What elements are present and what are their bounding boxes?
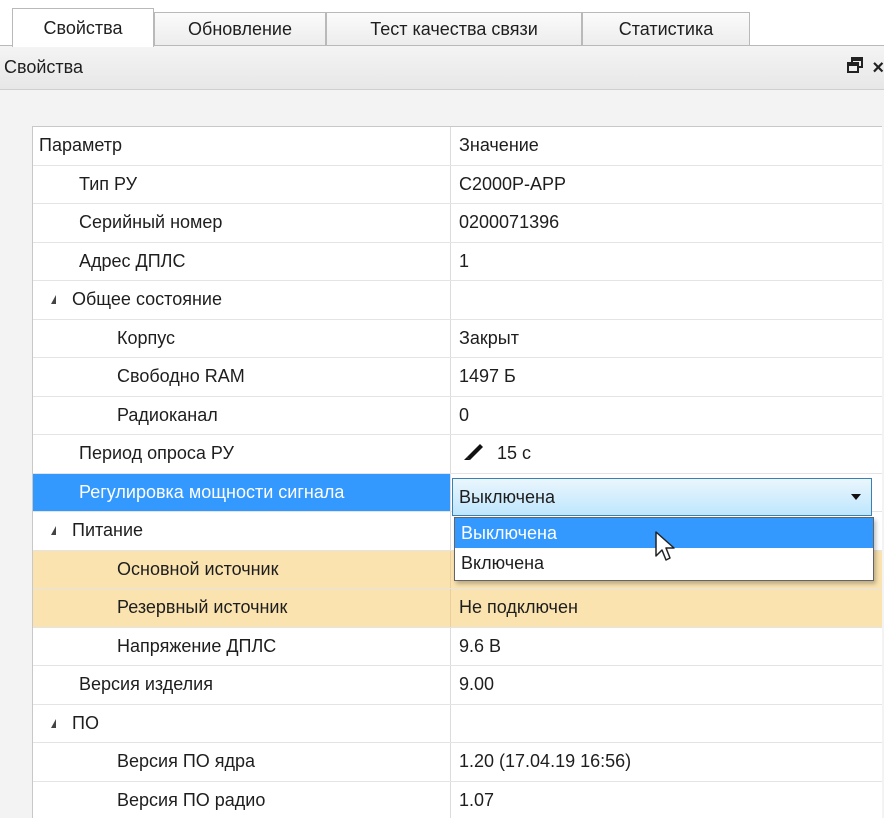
mouse-cursor-icon bbox=[654, 530, 678, 569]
row-value: 9.6 В bbox=[459, 635, 502, 656]
table-row[interactable]: Радиоканал 0 bbox=[33, 396, 882, 435]
row-label: Корпус bbox=[33, 319, 451, 357]
row-label: Резервный источник bbox=[33, 589, 451, 627]
row-label: Питание bbox=[72, 520, 144, 541]
row-value: С2000Р-АРР bbox=[459, 173, 567, 194]
table-row[interactable]: Резервный источник Не подключен bbox=[33, 589, 882, 628]
table-row[interactable]: Корпус Закрыт bbox=[33, 319, 882, 358]
row-value bbox=[451, 705, 883, 743]
row-label: Тип РУ bbox=[33, 165, 451, 203]
row-value: Не подключен bbox=[459, 597, 578, 618]
tab-statistics[interactable]: Статистика bbox=[582, 12, 750, 46]
close-icon[interactable]: × bbox=[872, 57, 884, 80]
table-row[interactable]: Версия ПО ядра 1.20 (17.04.19 16:56) bbox=[33, 743, 882, 782]
row-value: 1.20 (17.04.19 16:56) bbox=[459, 751, 632, 772]
panel-header-icons: × bbox=[846, 46, 884, 90]
collapse-triangle-icon[interactable] bbox=[51, 526, 56, 536]
tab-properties[interactable]: Свойства bbox=[12, 8, 154, 47]
select-value: Выключена bbox=[459, 486, 555, 507]
row-value: Закрыт bbox=[459, 327, 519, 348]
table-row[interactable]: Свободно RAM 1497 Б bbox=[33, 358, 882, 397]
column-header-param[interactable]: Параметр bbox=[33, 127, 451, 165]
row-label: ПО bbox=[72, 712, 99, 733]
panel-header: Свойства bbox=[0, 46, 884, 90]
table-row[interactable]: Напряжение ДПЛС 9.6 В bbox=[33, 627, 882, 666]
table-row[interactable]: Адрес ДПЛС 1 bbox=[33, 242, 882, 281]
row-label: Регулировка мощности сигнала bbox=[33, 473, 451, 511]
group-row-software[interactable]: ПО bbox=[33, 704, 883, 743]
collapse-triangle-icon[interactable] bbox=[51, 295, 56, 305]
row-value: 9.00 bbox=[459, 674, 495, 695]
row-label: Версия ПО радио bbox=[33, 781, 451, 818]
row-label: Серийный номер bbox=[33, 204, 451, 242]
tab-link-quality-test[interactable]: Тест качества связи bbox=[326, 12, 582, 46]
row-value: 0 bbox=[459, 404, 470, 425]
row-value: 1497 Б bbox=[459, 366, 516, 387]
row-value: 0200071396 bbox=[459, 212, 560, 233]
row-label: Общее состояние bbox=[72, 289, 222, 310]
row-label: Адрес ДПЛС bbox=[33, 242, 451, 280]
pencil-icon[interactable] bbox=[463, 442, 489, 465]
group-row-general-state[interactable]: Общее состояние bbox=[33, 281, 882, 320]
table-row[interactable]: Тип РУ С2000Р-АРР bbox=[33, 165, 882, 204]
row-label: Версия изделия bbox=[33, 666, 451, 704]
table-row[interactable]: Серийный номер 0200071396 bbox=[33, 204, 882, 243]
row-label: Версия ПО ядра bbox=[33, 743, 451, 781]
row-label: Свободно RAM bbox=[33, 358, 451, 396]
row-value bbox=[451, 281, 883, 319]
column-header-value[interactable]: Значение bbox=[451, 127, 883, 165]
tab-update[interactable]: Обновление bbox=[154, 12, 326, 46]
collapse-triangle-icon[interactable] bbox=[51, 718, 56, 728]
float-window-icon[interactable] bbox=[846, 56, 864, 80]
row-label: Основной источник bbox=[33, 550, 451, 588]
table-row-poll-period[interactable]: Период опроса РУ 15 с bbox=[33, 435, 882, 474]
row-label: Радиоканал bbox=[33, 396, 451, 434]
row-label: Период опроса РУ bbox=[33, 435, 451, 473]
tab-strip: Свойства Обновление Тест качества связи … bbox=[0, 0, 884, 47]
property-grid: Параметр Значение Тип РУ С2000Р-АРР Сери… bbox=[32, 126, 882, 818]
dropdown-arrow-icon[interactable] bbox=[851, 494, 861, 500]
power-regulation-select[interactable]: Выключена bbox=[452, 478, 872, 516]
row-value: 1.07 bbox=[459, 789, 495, 810]
table-row[interactable]: Версия ПО радио 1.07 bbox=[33, 781, 882, 818]
panel-title: Свойства bbox=[4, 57, 84, 77]
row-label: Напряжение ДПЛС bbox=[33, 627, 451, 665]
row-value: 1 bbox=[459, 250, 470, 271]
table-row[interactable]: Версия изделия 9.00 bbox=[33, 666, 882, 705]
grid-header-row: Параметр Значение bbox=[33, 127, 882, 166]
row-value: 15 с bbox=[497, 443, 532, 464]
